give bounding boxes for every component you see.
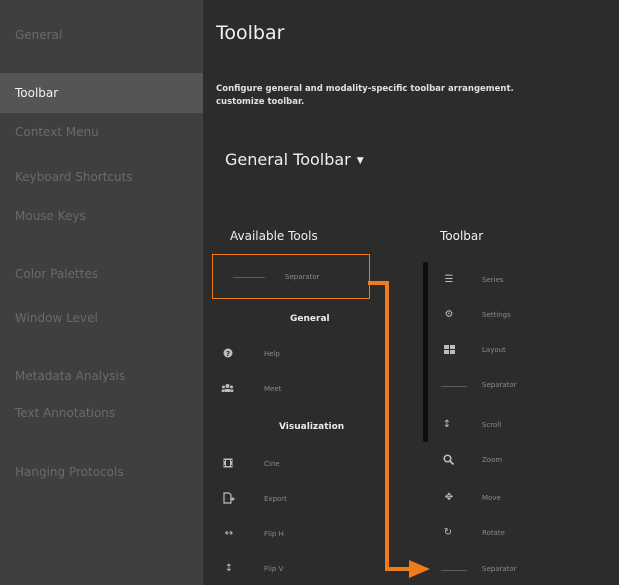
- sidebar-item-label: General: [15, 28, 63, 42]
- sidebar-item-context-menu[interactable]: Context Menu: [0, 112, 203, 152]
- sidebar-item-color-palettes[interactable]: Color Palettes: [0, 254, 203, 294]
- settings-sidebar: General Toolbar Context Menu Keyboard Sh…: [0, 0, 203, 585]
- settings-main-panel: Toolbar Configure general and modality-s…: [203, 0, 619, 585]
- sidebar-item-window-level[interactable]: Window Level: [0, 298, 203, 338]
- sidebar-item-label: Window Level: [15, 311, 98, 325]
- sidebar-item-label: Hanging Protocols: [15, 465, 124, 479]
- sidebar-item-mouse-keys[interactable]: Mouse Keys: [0, 196, 203, 236]
- sidebar-item-metadata-analysis[interactable]: Metadata Analysis: [0, 356, 203, 396]
- sidebar-item-label: Color Palettes: [15, 267, 98, 281]
- sidebar-item-label: Keyboard Shortcuts: [15, 170, 133, 184]
- sidebar-item-toolbar[interactable]: Toolbar: [0, 73, 203, 113]
- sidebar-item-label: Toolbar: [15, 86, 59, 100]
- sidebar-item-general[interactable]: General: [0, 15, 203, 55]
- sidebar-item-text-annotations[interactable]: Text Annotations: [0, 393, 203, 433]
- sidebar-item-keyboard-shortcuts[interactable]: Keyboard Shortcuts: [0, 157, 203, 197]
- sidebar-item-label: Text Annotations: [15, 406, 116, 420]
- sidebar-item-label: Mouse Keys: [15, 209, 86, 223]
- sidebar-item-label: Context Menu: [15, 125, 99, 139]
- sidebar-item-hanging-protocols[interactable]: Hanging Protocols: [0, 452, 203, 492]
- drag-arrow-icon: [368, 281, 430, 578]
- sidebar-item-label: Metadata Analysis: [15, 369, 126, 383]
